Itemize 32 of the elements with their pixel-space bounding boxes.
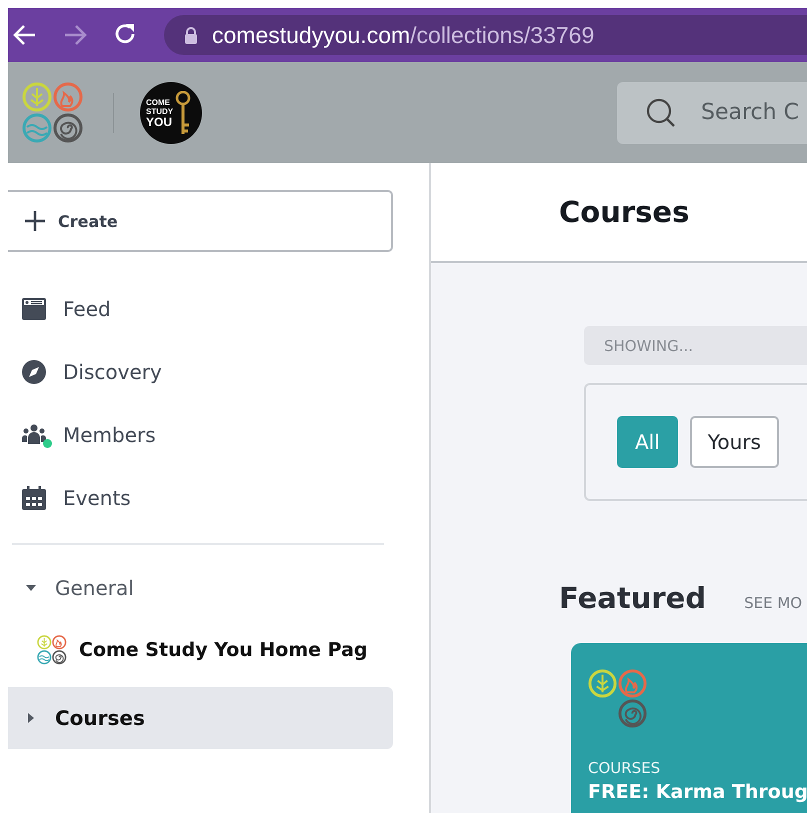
plus-icon bbox=[24, 210, 46, 232]
section-label[interactable]: General bbox=[55, 576, 134, 600]
page-title: Courses bbox=[559, 195, 690, 229]
feed-icon bbox=[21, 296, 47, 322]
card-title: FREE: Karma Throug bbox=[588, 781, 807, 803]
nav-item[interactable]: Discovery bbox=[21, 340, 162, 403]
create-button[interactable]: Create bbox=[8, 190, 393, 252]
address-bar[interactable]: comestudyyou.com/collections/33769 bbox=[164, 15, 807, 55]
brand-badge[interactable]: COME STUDY YOU bbox=[140, 82, 202, 144]
search-field[interactable]: Search C bbox=[617, 82, 807, 144]
page-link[interactable]: Come Study You Home Pag bbox=[79, 639, 368, 661]
brand-text: COME STUDY YOU bbox=[146, 98, 174, 128]
search-icon bbox=[645, 96, 677, 128]
url-text: comestudyyou.com/collections/33769 bbox=[212, 22, 594, 48]
nav-item[interactable]: Members bbox=[21, 403, 156, 466]
calendar-icon bbox=[21, 484, 47, 510]
section-row[interactable]: General bbox=[8, 557, 393, 619]
section-label[interactable]: Courses bbox=[55, 706, 145, 730]
nav-item[interactable]: Events bbox=[21, 466, 131, 529]
elements-logo bbox=[588, 669, 648, 729]
nav-item[interactable]: Feed bbox=[21, 277, 111, 340]
showing-label: SHOWING... bbox=[604, 336, 694, 354]
lock-icon bbox=[184, 26, 198, 44]
filter-button[interactable]: Yours bbox=[690, 416, 779, 468]
selected-section-row[interactable]: Courses bbox=[8, 687, 393, 749]
section-heading: Featured bbox=[559, 581, 706, 615]
elements-logo bbox=[22, 82, 84, 144]
card-category: COURSES bbox=[588, 759, 662, 777]
elements-logo-icon bbox=[37, 635, 67, 665]
compass-icon bbox=[21, 358, 47, 384]
see-more-link[interactable]: SEE MO bbox=[744, 594, 802, 612]
key-icon bbox=[175, 90, 192, 134]
